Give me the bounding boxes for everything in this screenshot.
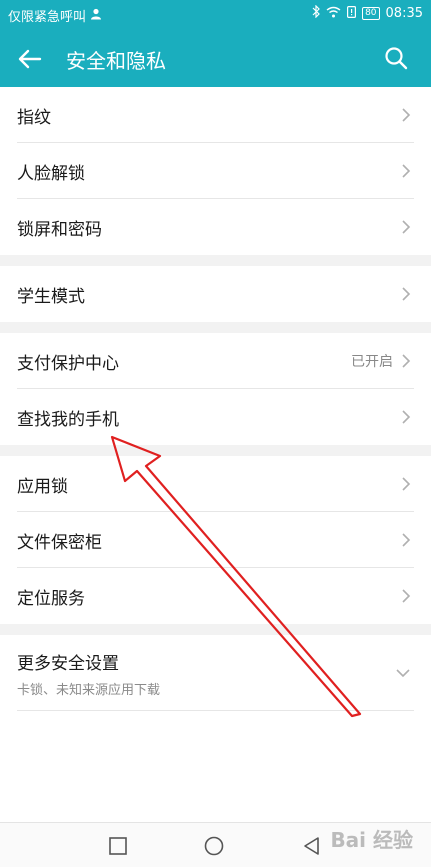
list-item-fingerprint[interactable]: 指纹: [0, 87, 431, 143]
settings-list: 指纹 人脸解锁 锁屏和密码 学生模式 支付保护中心 已开启 查找我的手机 应用锁…: [0, 87, 431, 711]
status-right: 80 08:35: [312, 4, 423, 22]
list-item-location-services[interactable]: 定位服务: [0, 568, 431, 624]
top-bar: 仅限紧急呼叫 80 08:35 安全和隐私: [0, 0, 431, 87]
chevron-right-icon: [402, 164, 411, 178]
search-icon: [385, 47, 408, 70]
chevron-right-icon: [402, 589, 411, 603]
chevron-down-icon: [396, 669, 410, 678]
list-item-student-mode[interactable]: 学生模式: [0, 266, 431, 322]
section-divider: [0, 322, 431, 333]
list-item-find-my-phone[interactable]: 查找我的手机: [0, 389, 431, 445]
battery-indicator: 80: [362, 7, 380, 20]
item-label: 更多安全设置: [17, 654, 119, 674]
list-item-app-lock[interactable]: 应用锁: [0, 456, 431, 512]
carrier-text: 仅限紧急呼叫: [8, 10, 87, 25]
item-label: 锁屏和密码: [17, 219, 102, 240]
back-nav-button[interactable]: [300, 835, 322, 857]
home-button[interactable]: [203, 835, 225, 857]
circle-icon: [204, 836, 224, 856]
chevron-right-icon: [402, 477, 411, 491]
square-icon: [109, 837, 127, 855]
wifi-icon: [326, 6, 341, 22]
chevron-right-icon: [402, 410, 411, 424]
item-label: 学生模式: [17, 286, 85, 307]
chevron-right-icon: [402, 287, 411, 301]
section-divider: [0, 255, 431, 266]
triangle-back-icon: [304, 837, 319, 855]
recents-button[interactable]: [107, 835, 129, 857]
item-subtitle: 卡锁、未知来源应用下载: [17, 683, 161, 698]
item-label: 定位服务: [17, 588, 85, 609]
section-divider: [0, 445, 431, 456]
chevron-right-icon: [402, 533, 411, 547]
status-text: 已开启: [351, 354, 393, 370]
chevron-right-icon: [402, 220, 411, 234]
app-bar: 安全和隐私: [0, 30, 431, 87]
search-button[interactable]: [379, 41, 413, 75]
list-item-more-security-settings[interactable]: 更多安全设置 卡锁、未知来源应用下载: [0, 635, 431, 711]
back-arrow-icon: [18, 49, 42, 69]
list-item-face-unlock[interactable]: 人脸解锁: [0, 143, 431, 199]
bluetooth-icon: [312, 4, 320, 22]
item-label: 文件保密柜: [17, 532, 102, 553]
person-icon: [90, 8, 102, 24]
back-button[interactable]: [12, 41, 48, 77]
sim-alert-icon: [347, 5, 357, 22]
clock: 08:35: [385, 6, 423, 21]
section-divider: [0, 624, 431, 635]
chevron-right-icon: [402, 108, 411, 122]
item-label: 应用锁: [17, 476, 68, 497]
watermark: Bai 经验: [330, 828, 413, 852]
item-label: 查找我的手机: [17, 409, 119, 430]
list-item-lock-screen-password[interactable]: 锁屏和密码: [0, 199, 431, 255]
item-label: 人脸解锁: [17, 163, 85, 184]
status-left: 仅限紧急呼叫: [8, 6, 102, 25]
status-bar: 仅限紧急呼叫 80 08:35: [0, 0, 431, 30]
chevron-right-icon: [402, 354, 411, 368]
list-item-file-safe[interactable]: 文件保密柜: [0, 512, 431, 568]
page-title: 安全和隐私: [66, 49, 166, 73]
item-label: 支付保护中心: [17, 353, 119, 374]
list-item-payment-protection[interactable]: 支付保护中心 已开启: [0, 333, 431, 389]
item-label: 指纹: [17, 107, 51, 128]
